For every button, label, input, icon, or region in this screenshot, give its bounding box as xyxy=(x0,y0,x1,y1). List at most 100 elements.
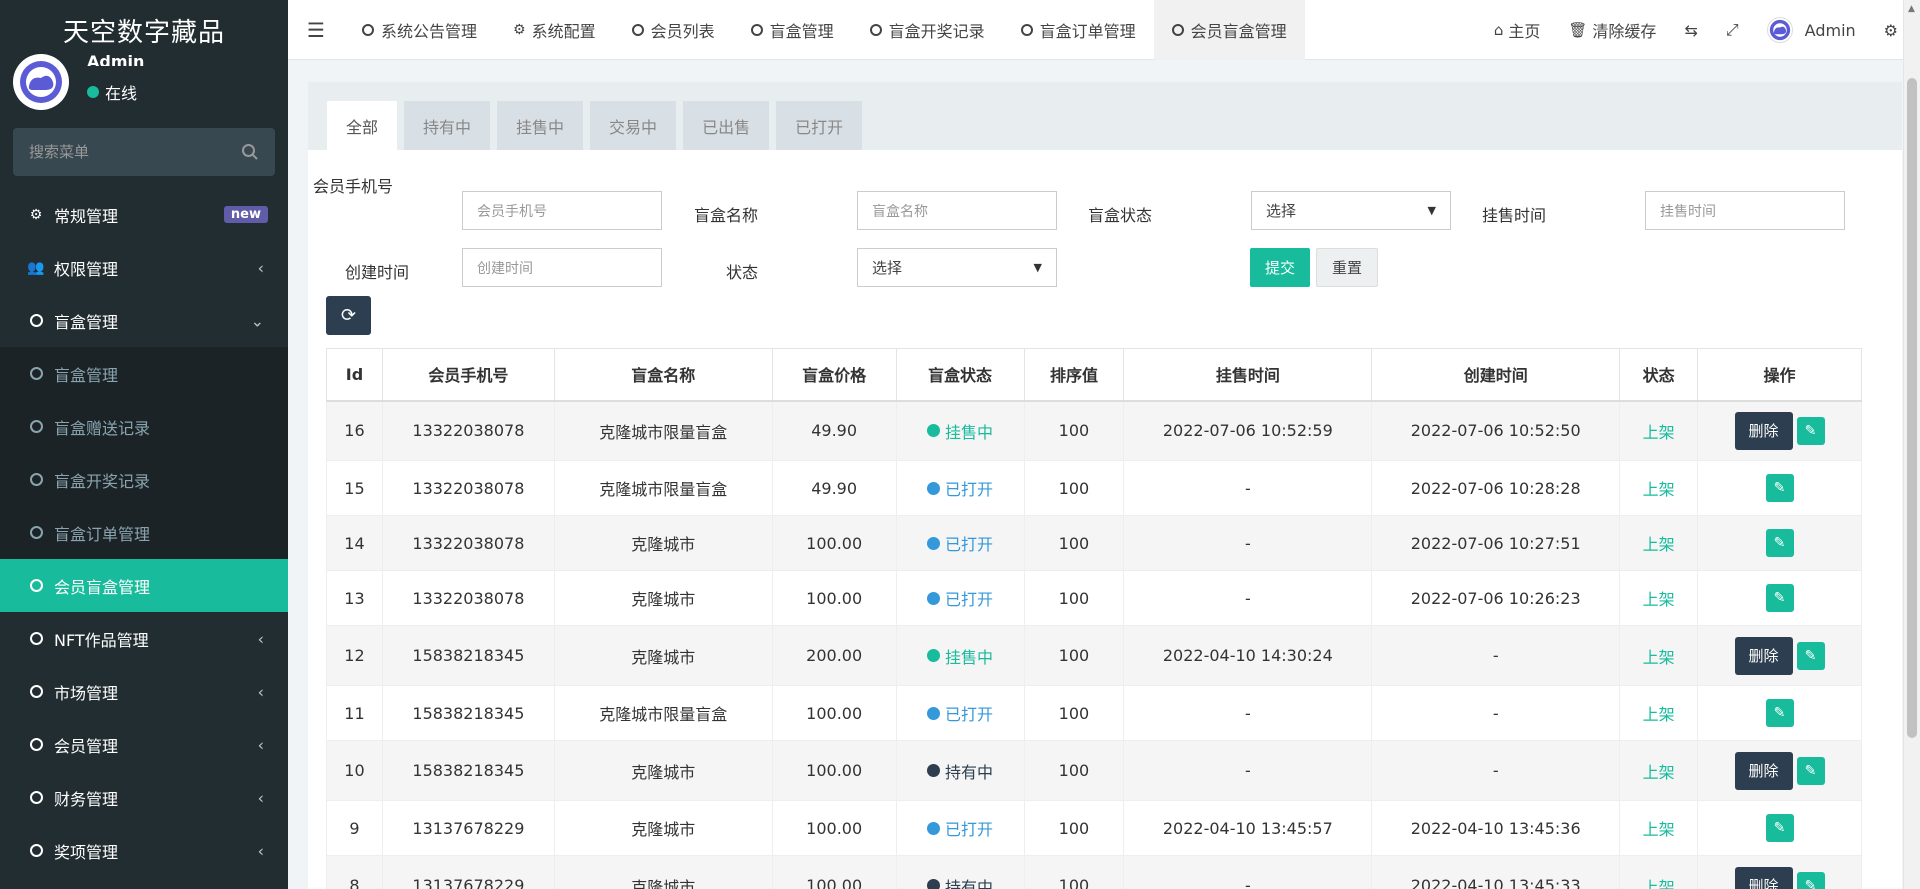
table-row[interactable]: 16 13322038078 克隆城市限量盲盒 49.90 挂售中 100 2022-07-… xyxy=(326,400,1862,461)
table-row[interactable]: 8 13137678229 克隆城市 100.00 持有中 100 - 2022-04-10 … xyxy=(326,855,1862,889)
cell-status-link[interactable]: 上架 xyxy=(1643,820,1675,839)
table-row[interactable]: 12 15838218345 克隆城市 200.00 挂售中 100 2022-04-10 … xyxy=(326,625,1862,686)
delete-button[interactable]: 删除 xyxy=(1734,866,1793,889)
column-header[interactable]: 状态 xyxy=(1619,348,1699,402)
cell-status-link[interactable]: 上架 xyxy=(1643,590,1675,609)
box-status-text: 已打开 xyxy=(945,820,994,839)
filter-tab-4[interactable]: 已出售 xyxy=(683,101,770,150)
sidebar-item-7[interactable]: 会员盲盒管理 xyxy=(0,559,288,612)
column-header[interactable]: 盲盒状态 xyxy=(895,348,1025,402)
cell-sale-time: 2022-04-10 14:30:24 xyxy=(1162,646,1333,665)
nav-tab-2[interactable]: 会员列表 xyxy=(614,0,733,60)
filter-tab-5[interactable]: 已打开 xyxy=(776,101,863,150)
sidebar-item-11[interactable]: 财务管理 ‹ xyxy=(0,771,288,824)
cell-status-link[interactable]: 上架 xyxy=(1643,535,1675,554)
refresh-button[interactable]: ⟳ xyxy=(326,296,371,335)
vertical-scrollbar[interactable]: ▲ xyxy=(1903,0,1920,889)
home-link[interactable]: ⌂ 主页 xyxy=(1480,0,1555,60)
nav-tab-6[interactable]: 会员盲盒管理 xyxy=(1153,0,1305,60)
sidebar-item-0[interactable]: ⚙ 常规管理 new xyxy=(0,188,288,241)
sidebar-search-input[interactable] xyxy=(29,143,241,161)
cell-status-link[interactable]: 上架 xyxy=(1643,648,1675,667)
cell-phone: 15838218345 xyxy=(412,703,525,723)
clear-cache-link[interactable]: 🗑 清除缓存 xyxy=(1554,0,1670,60)
sidebar-item-9[interactable]: 市场管理 ‹ xyxy=(0,665,288,718)
edit-pencil-icon[interactable]: ✎ xyxy=(1765,584,1794,612)
column-header[interactable]: 创建时间 xyxy=(1371,348,1621,402)
delete-button[interactable]: 删除 xyxy=(1734,411,1793,450)
edit-pencil-icon[interactable]: ✎ xyxy=(1796,416,1825,445)
sidebar-item-3[interactable]: 盲盒管理 xyxy=(0,347,288,400)
column-header[interactable]: 会员手机号 xyxy=(381,348,555,402)
cell-status-link[interactable]: 上架 xyxy=(1643,423,1675,442)
sidebar-item-5[interactable]: 盲盒开奖记录 xyxy=(0,453,288,506)
column-header[interactable]: Id xyxy=(326,348,383,402)
name-label: 盲盒名称 xyxy=(693,206,758,225)
sidebar-item-2[interactable]: 盲盒管理 ⌄ xyxy=(0,294,288,347)
chevron-down-icon: ⌄ xyxy=(250,311,264,330)
filter-tab-1[interactable]: 持有中 xyxy=(404,101,491,150)
reset-button[interactable]: 重置 xyxy=(1316,248,1379,287)
submit-button[interactable]: 提交 xyxy=(1250,248,1311,287)
nav-tab-5[interactable]: 盲盒订单管理 xyxy=(1003,0,1154,60)
box-status-select[interactable]: 选择 ▼ xyxy=(1251,191,1451,230)
box-name-input[interactable]: 盲盒名称 xyxy=(857,191,1057,230)
language-icon[interactable]: ⇆ xyxy=(1670,0,1711,60)
phone-input[interactable]: 会员手机号 xyxy=(462,191,662,230)
cell-status-link[interactable]: 上架 xyxy=(1643,480,1675,499)
cell-status-link[interactable]: 上架 xyxy=(1643,878,1675,889)
table-row[interactable]: 14 13322038078 克隆城市 100.00 已打开 100 - 2022-07-06… xyxy=(326,515,1862,571)
nav-tab-0[interactable]: 系统公告管理 xyxy=(344,0,495,60)
fullscreen-icon[interactable]: ⤢ xyxy=(1712,0,1753,60)
edit-pencil-icon[interactable]: ✎ xyxy=(1765,814,1794,842)
table-row[interactable]: 10 15838218345 克隆城市 100.00 持有中 100 - - 上架 删除 ✎ xyxy=(326,740,1862,801)
status-select[interactable]: 选择 ▼ xyxy=(857,248,1057,287)
menu-toggle-icon[interactable]: ☰ xyxy=(288,0,344,60)
nav-tab-3[interactable]: 盲盒管理 xyxy=(733,0,852,60)
create-time-input[interactable]: 创建时间 xyxy=(462,248,662,287)
edit-pencil-icon[interactable]: ✎ xyxy=(1796,756,1825,785)
app-title[interactable]: 天空数字藏品 xyxy=(0,0,288,60)
column-header[interactable]: 挂售时间 xyxy=(1123,348,1373,402)
filter-tab-3[interactable]: 交易中 xyxy=(590,101,677,150)
delete-button[interactable]: 删除 xyxy=(1734,636,1793,675)
cell-id: 13 xyxy=(344,588,365,608)
sidebar-item-4[interactable]: 盲盒赠送记录 xyxy=(0,400,288,453)
row-actions: 删除 ✎ xyxy=(1734,866,1825,889)
table-row[interactable]: 13 13322038078 克隆城市 100.00 已打开 100 - 2022-07-06… xyxy=(326,570,1862,626)
sale-time-input[interactable]: 挂售时间 xyxy=(1645,191,1845,230)
cell-status-link[interactable]: 上架 xyxy=(1643,763,1675,782)
scrollbar-thumb[interactable] xyxy=(1907,78,1917,738)
filter-tab-0[interactable]: 全部 xyxy=(327,101,398,150)
edit-pencil-icon[interactable]: ✎ xyxy=(1765,529,1794,557)
sidebar-item-8[interactable]: NFT作品管理 ‹ xyxy=(0,612,288,665)
scroll-up-icon[interactable]: ▲ xyxy=(1908,4,1915,14)
table-row[interactable]: 11 15838218345 克隆城市限量盲盒 100.00 已打开 100 - - 上架 ✎ xyxy=(326,685,1862,741)
delete-button[interactable]: 删除 xyxy=(1734,751,1793,790)
table-row[interactable]: 9 13137678229 克隆城市 100.00 已打开 100 2022-04-10 1… xyxy=(326,800,1862,856)
cell-phone: 15838218345 xyxy=(412,646,525,665)
cell-sort: 100 xyxy=(1058,588,1090,608)
column-header[interactable]: 操作 xyxy=(1697,348,1862,402)
box-status-text: 已打开 xyxy=(945,480,994,499)
filter-tab-2[interactable]: 挂售中 xyxy=(497,101,584,150)
cell-sort: 100 xyxy=(1058,818,1090,838)
column-header[interactable]: 盲盒名称 xyxy=(553,348,773,402)
sidebar-item-1[interactable]: 👥 权限管理 ‹ xyxy=(0,241,288,294)
cell-box-name: 克隆城市 xyxy=(631,647,696,667)
search-icon[interactable] xyxy=(241,143,259,161)
cell-status-link[interactable]: 上架 xyxy=(1643,705,1675,724)
table-row[interactable]: 15 13322038078 克隆城市限量盲盒 49.90 已打开 100 - 2022-07… xyxy=(326,460,1862,516)
column-header[interactable]: 排序值 xyxy=(1023,348,1125,402)
sidebar-item-10[interactable]: 会员管理 ‹ xyxy=(0,718,288,771)
sidebar-item-12[interactable]: 奖项管理 ‹ xyxy=(0,824,288,877)
edit-pencil-icon[interactable]: ✎ xyxy=(1796,641,1825,670)
user-menu[interactable]: Admin xyxy=(1753,0,1870,60)
sidebar-item-6[interactable]: 盲盒订单管理 xyxy=(0,506,288,559)
edit-pencil-icon[interactable]: ✎ xyxy=(1765,699,1794,727)
column-header[interactable]: 盲盒价格 xyxy=(771,348,897,402)
edit-pencil-icon[interactable]: ✎ xyxy=(1796,871,1825,889)
nav-tab-1[interactable]: ⚙ 系统配置 xyxy=(495,0,614,60)
edit-pencil-icon[interactable]: ✎ xyxy=(1765,474,1794,502)
nav-tab-4[interactable]: 盲盒开奖记录 xyxy=(852,0,1003,60)
